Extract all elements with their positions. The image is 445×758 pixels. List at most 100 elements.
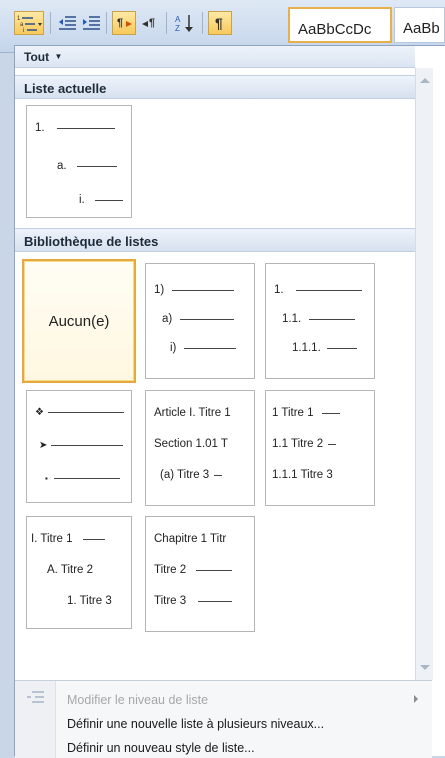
list-level-line: 1.1. <box>282 313 356 325</box>
svg-text:Z: Z <box>175 24 180 33</box>
filter-label: Tout <box>24 50 50 64</box>
decrease-indent-button[interactable] <box>56 11 78 35</box>
list-level-line: ➤ <box>39 440 124 452</box>
show-formatting-button[interactable]: ¶ <box>208 11 232 35</box>
toolbar-separator <box>50 12 51 34</box>
level-label: Article I. Titre 1 <box>154 407 231 419</box>
style-gallery-item[interactable]: AaBb <box>394 7 445 43</box>
list-level-line: 1. <box>274 284 362 296</box>
arrow-bullet-icon: ➤ <box>39 440 48 452</box>
list-level-line: 1) <box>154 284 235 296</box>
list-level-line: i. <box>79 194 123 206</box>
multilevel-list-icon: 1 a i <box>17 16 42 34</box>
list-level-line: Section 1.01 T <box>154 438 228 450</box>
list-level-line: Titre 2 <box>154 564 233 576</box>
list-thumb-decimal[interactable]: 1. 1.1. 1.1.1. <box>265 263 375 379</box>
level-label: 1.1 Titre 2 <box>272 438 324 450</box>
list-thumb-bullets[interactable]: ❖ ➤ ▪ <box>26 390 132 503</box>
toolbar-separator <box>106 12 107 34</box>
list-level-line: I. Titre 1 <box>31 533 105 545</box>
increase-indent-icon <box>83 16 100 30</box>
sort-button[interactable]: A Z <box>172 11 198 35</box>
level-label: 1. <box>274 284 284 296</box>
level-label: Titre 2 <box>154 564 187 576</box>
list-level-line: 1.1 Titre 2 <box>272 438 337 450</box>
list-thumb-roman[interactable]: I. Titre 1 A. Titre 2 1. Titre 3 <box>26 516 132 629</box>
level-label: Chapitre 1 Titr <box>154 533 227 545</box>
level-label: I. Titre 1 <box>31 533 73 545</box>
define-multilevel-list-item[interactable]: Définir une nouvelle liste à plusieurs n… <box>67 717 324 731</box>
list-level-line: 1. <box>35 122 115 134</box>
change-list-level-item[interactable]: Modifier le niveau de liste <box>67 693 208 707</box>
level-label: Section 1.01 T <box>154 438 228 450</box>
list-none-thumb[interactable]: Aucun(e) <box>22 259 136 383</box>
list-thumb-parenthesis[interactable]: 1) a) i) <box>145 263 255 379</box>
menu-item-label: Définir une nouvelle liste à plusieurs n… <box>67 717 325 731</box>
style-gallery-item[interactable]: AaBbCcDc <box>288 7 392 43</box>
list-level-line: 1.1.1 Titre 3 <box>272 469 333 481</box>
level-label: 1.1.1. <box>292 342 321 354</box>
toolbar-separator <box>202 12 203 34</box>
level-label: 1 Titre 1 <box>272 407 314 419</box>
section-current-list: Liste actuelle <box>15 75 415 99</box>
style-gallery-label: AaBb <box>403 20 440 37</box>
style-gallery-label: AaBbCcDc <box>298 21 372 38</box>
level-label: 1. <box>35 122 45 134</box>
square-bullet-icon: ▪ <box>45 474 48 484</box>
level-label: a. <box>57 160 67 172</box>
section-title: Bibliothèque de listes <box>24 234 159 249</box>
rtl-button[interactable]: ¶ <box>138 11 162 35</box>
chevron-down-icon: ▼ <box>54 52 63 61</box>
menu-item-label: Modifier le niveau de liste <box>67 693 209 707</box>
toolbar-separator <box>166 12 167 34</box>
menu-item-label: Définir un nouveau style de liste... <box>67 741 255 755</box>
section-list-library: Bibliothèque de listes <box>15 228 415 252</box>
decrease-indent-icon <box>59 16 76 30</box>
section-title: Liste actuelle <box>24 81 107 96</box>
list-level-line: a) <box>162 313 235 325</box>
list-level-line: Titre 3 <box>154 595 233 607</box>
list-level-line: Chapitre 1 Titr <box>154 533 226 545</box>
change-list-level-icon <box>27 691 44 703</box>
ltr-button[interactable]: ¶ <box>112 11 136 35</box>
list-thumb-heading-decimal[interactable]: 1 Titre 1 1.1 Titre 2 1.1.1 Titre 3 <box>265 390 375 506</box>
scroll-down-icon[interactable] <box>420 665 430 670</box>
current-list-thumb[interactable]: 1. a. i. <box>26 105 132 218</box>
gallery-menu: Modifier le niveau de liste Définir une … <box>15 680 432 758</box>
list-thumb-article[interactable]: Article I. Titre 1 Section 1.01 T (a) Ti… <box>145 390 255 506</box>
multilevel-list-button[interactable]: 1 a i <box>14 11 44 35</box>
list-level-line: A. Titre 2 <box>47 564 93 576</box>
list-level-line: Article I. Titre 1 <box>154 407 231 419</box>
level-label: (a) Titre 3 <box>160 469 210 481</box>
level-label: a) <box>162 313 173 325</box>
svg-text:i: i <box>23 28 24 34</box>
list-level-line: 1.1.1. <box>292 342 357 354</box>
rtl-icon: ¶ <box>142 17 155 29</box>
svg-text:¶: ¶ <box>117 17 123 29</box>
list-level-line: a. <box>57 160 117 172</box>
svg-text:¶: ¶ <box>149 17 155 29</box>
define-list-style-item[interactable]: Définir un nouveau style de liste... <box>67 741 255 755</box>
multilevel-list-gallery: Tout ▼ Liste actuelle 1. a. i. Bibliothè… <box>14 45 445 758</box>
level-label: i) <box>170 342 177 354</box>
svg-text:A: A <box>175 15 181 24</box>
gallery-filter[interactable]: Tout ▼ <box>15 46 415 68</box>
level-label: i. <box>79 194 85 206</box>
none-label: Aucun(e) <box>48 312 110 330</box>
level-label: 1) <box>154 284 165 296</box>
level-label: 1. Titre 3 <box>67 595 112 607</box>
list-level-line: ▪ <box>45 473 120 485</box>
level-label: Titre 3 <box>154 595 187 607</box>
level-label: 1.1.1 Titre 3 <box>272 469 333 481</box>
increase-indent-button[interactable] <box>80 11 102 35</box>
ltr-icon: ¶ <box>117 17 132 29</box>
pilcrow-icon: ¶ <box>215 15 223 31</box>
list-thumb-chapter[interactable]: Chapitre 1 Titr Titre 2 Titre 3 <box>145 516 255 632</box>
diamond-bullet-icon: ❖ <box>35 407 44 419</box>
list-level-line: ❖ <box>35 407 124 419</box>
list-level-line: i) <box>170 342 237 354</box>
gallery-scrollbar[interactable] <box>415 68 433 680</box>
scroll-up-icon[interactable] <box>420 78 430 83</box>
submenu-arrow-icon <box>414 695 418 703</box>
svg-text:¶: ¶ <box>215 15 223 31</box>
